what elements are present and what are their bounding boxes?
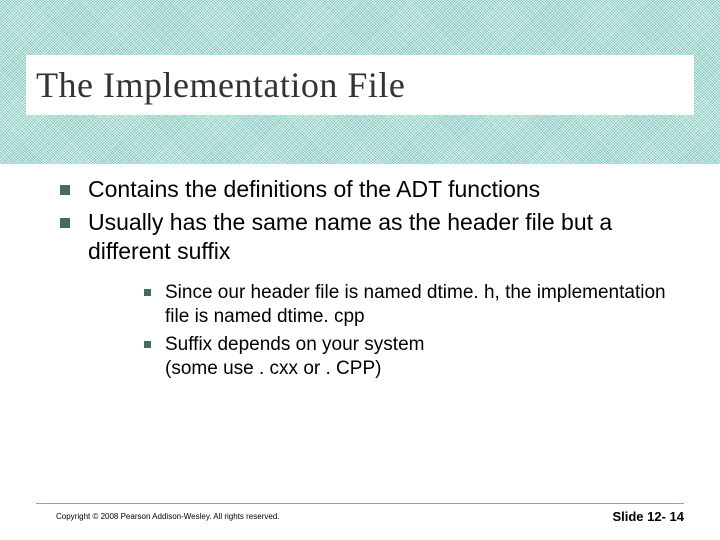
- sub-list: Since our header file is named dtime. h,…: [144, 281, 680, 380]
- sub-bullet-text: Since our header file is named dtime. h,…: [165, 281, 680, 329]
- sub-bullet-text: Suffix depends on your system (some use …: [165, 333, 424, 381]
- slide-number: Slide 12- 14: [612, 509, 684, 524]
- slide-title: The Implementation File: [36, 64, 405, 106]
- bullet-text: Contains the definitions of the ADT func…: [88, 175, 540, 204]
- content-area: Contains the definitions of the ADT func…: [60, 175, 680, 384]
- square-bullet-icon: [60, 185, 70, 195]
- copyright-text: Copyright © 2008 Pearson Addison-Wesley.…: [56, 512, 280, 521]
- square-bullet-icon: [60, 218, 70, 228]
- list-item: Since our header file is named dtime. h,…: [144, 281, 680, 329]
- square-bullet-icon: [144, 289, 151, 296]
- list-item: Contains the definitions of the ADT func…: [60, 175, 680, 204]
- header-pattern-band: The Implementation File: [0, 0, 720, 164]
- footer: Copyright © 2008 Pearson Addison-Wesley.…: [0, 504, 720, 528]
- bullet-text: Usually has the same name as the header …: [88, 208, 680, 266]
- list-item: Usually has the same name as the header …: [60, 208, 680, 266]
- list-item: Suffix depends on your system (some use …: [144, 333, 680, 381]
- title-box: The Implementation File: [26, 55, 694, 115]
- square-bullet-icon: [144, 341, 151, 348]
